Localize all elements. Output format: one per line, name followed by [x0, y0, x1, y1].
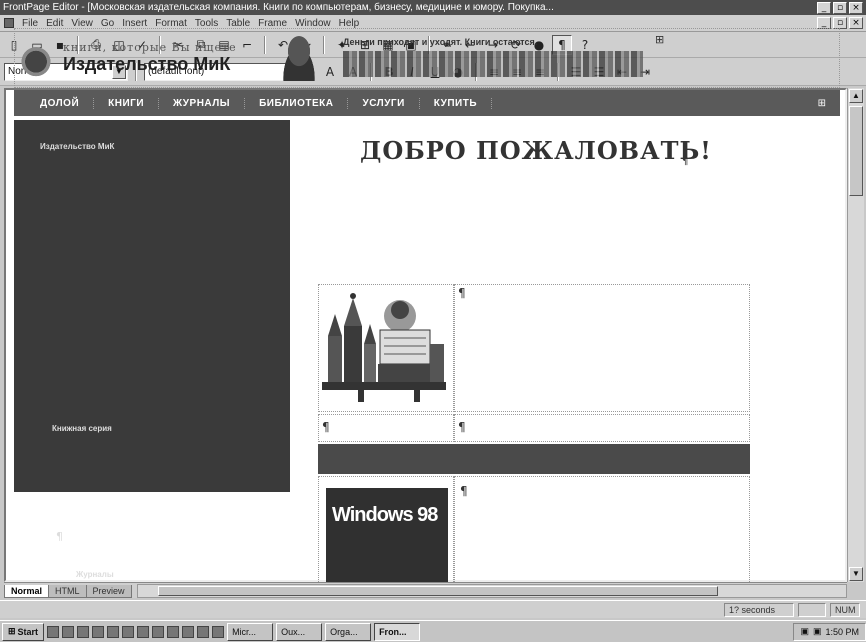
tab-normal[interactable]: Normal [4, 585, 50, 598]
quicklaunch-icon[interactable] [167, 625, 180, 638]
tagline: книги, которые Вы ищете [63, 41, 237, 54]
windows-logo-icon: ⊞ [8, 626, 16, 636]
portrait-image [277, 35, 321, 81]
nav-item-books[interactable]: КНИГИ [94, 97, 160, 109]
tab-html[interactable]: HTML [48, 585, 87, 598]
tray-icon[interactable]: ▣ [813, 626, 822, 637]
publisher-name: Издательство МиК [63, 54, 231, 74]
section-divider-bar [318, 444, 750, 474]
quicklaunch-icon[interactable] [122, 625, 135, 638]
welcome-heading: ДОБРО ПОЖАЛОВАТЬ! [360, 136, 712, 165]
paragraph-mark: ¶ [682, 156, 689, 167]
menu-frame[interactable]: Frame [258, 18, 287, 29]
skyline-banner-image [343, 51, 643, 77]
frame-marker-icon: ⊞ [817, 97, 826, 109]
tray-icon[interactable]: ▣ [800, 626, 809, 637]
menu-format[interactable]: Format [155, 18, 187, 29]
sidebar-item-publisher[interactable]: Издательство МиК [40, 142, 114, 151]
publisher-logo-icon [21, 43, 51, 77]
nav-item-library[interactable]: БИБЛИОТЕКА [245, 97, 349, 109]
minimize-icon[interactable]: _ [817, 1, 831, 14]
windows98-book-cover: Windows 98 [326, 488, 448, 582]
empty-status-panel [798, 602, 826, 617]
quicklaunch-icon[interactable] [92, 625, 105, 638]
menu-file[interactable]: File [22, 18, 38, 29]
start-button[interactable]: ⊞ Start [2, 622, 45, 641]
paragraph-mark: ¶ [56, 530, 63, 543]
title-bar[interactable]: FrontPage Editor - [Московская издательс… [0, 0, 866, 15]
system-tray: ▣ ▣ 1:50 PM [793, 622, 866, 641]
quicklaunch-icon[interactable] [62, 625, 75, 638]
nav-item-buy[interactable]: КУПИТЬ [420, 97, 493, 109]
close-icon[interactable]: × [849, 1, 863, 14]
menu-tools[interactable]: Tools [195, 18, 218, 29]
sidebar-item-magazines[interactable]: Журналы [76, 570, 114, 579]
maximize-icon[interactable]: ▫ [833, 1, 847, 14]
taskbar-task[interactable]: Orga... [325, 622, 372, 641]
table-cell[interactable] [318, 414, 454, 442]
window-title: FrontPage Editor - [Московская издательс… [3, 2, 554, 13]
start-label: Start [17, 626, 39, 637]
clock[interactable]: 1:50 PM [825, 627, 859, 637]
paragraph-mark: ¶ [460, 484, 468, 498]
quicklaunch-icon[interactable] [107, 625, 120, 638]
menu-view[interactable]: View [71, 18, 93, 29]
status-bar: 1? seconds NUM [0, 600, 866, 618]
nav-item-magazines[interactable]: ЖУРНАЛЫ [159, 97, 246, 109]
sidebar-item-book-series[interactable]: Книжная серия [52, 424, 112, 433]
quicklaunch-icon[interactable] [152, 625, 165, 638]
horizontal-scrollbar[interactable] [136, 584, 847, 598]
paragraph-mark: ¶ [458, 286, 466, 300]
quicklaunch-icon[interactable] [77, 625, 90, 638]
table-cell[interactable] [454, 476, 750, 586]
menu-window[interactable]: Window [295, 18, 331, 29]
vertical-scrollbar[interactable]: ▲ ▼ [847, 88, 864, 582]
menu-help[interactable]: Help [339, 18, 360, 29]
menu-go[interactable]: Go [101, 18, 114, 29]
download-time-estimate: 1? seconds [724, 602, 794, 617]
nav-item-home[interactable]: ДОЛОЙ [26, 97, 95, 109]
taskbar-task-frontpage[interactable]: Fron... [374, 622, 421, 641]
left-sidebar: Издательство МиК Книжная серия ¶ Журналы [14, 120, 290, 579]
menu-insert[interactable]: Insert [122, 18, 147, 29]
frame-marker-icon: ⊞ [655, 33, 665, 46]
view-tabs-bar: Normal HTML Preview [4, 582, 847, 598]
taskbar-task[interactable]: Oux... [276, 622, 323, 641]
quicklaunch-icon[interactable] [137, 625, 150, 638]
menu-table[interactable]: Table [226, 18, 250, 29]
table-cell[interactable] [454, 284, 750, 412]
quicklaunch-icon[interactable] [197, 625, 210, 638]
scroll-up-icon[interactable]: ▲ [849, 89, 863, 103]
scroll-thumb[interactable] [157, 586, 718, 596]
doc-close-icon[interactable]: × [849, 17, 863, 29]
num-lock-indicator: NUM [830, 602, 860, 617]
kremlin-reader-image [322, 293, 446, 402]
slogan: Деньги приходят и уходят. Книги остаются… [343, 37, 538, 47]
paragraph-mark: ¶ [458, 420, 466, 434]
document-icon[interactable] [4, 18, 14, 28]
table-cell[interactable] [454, 414, 750, 442]
scroll-thumb[interactable] [849, 106, 863, 196]
quicklaunch-icon[interactable] [182, 625, 195, 638]
paragraph-mark: ¶ [322, 420, 330, 434]
scroll-down-icon[interactable]: ▼ [849, 567, 863, 581]
menu-edit[interactable]: Edit [46, 18, 63, 29]
tab-preview[interactable]: Preview [85, 585, 132, 598]
nav-item-services[interactable]: УСЛУГИ [348, 97, 420, 109]
site-nav-bar: ДОЛОЙ КНИГИ ЖУРНАЛЫ БИБЛИОТЕКА УСЛУГИ КУ… [14, 90, 840, 116]
quicklaunch-icon[interactable] [47, 625, 60, 638]
taskbar-task[interactable]: Micr... [227, 622, 274, 641]
windows-taskbar: ⊞ Start Micr... Oux... Orga... Fron... ▣… [0, 620, 866, 642]
quicklaunch-icon[interactable] [212, 625, 225, 638]
page-header: книги, которые Вы ищете Издательство МиК… [14, 28, 840, 88]
book-title: Windows 98 [332, 504, 438, 526]
